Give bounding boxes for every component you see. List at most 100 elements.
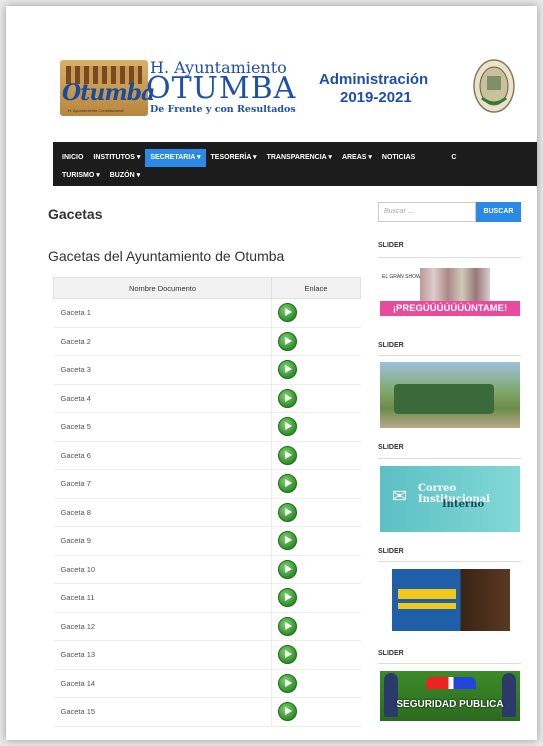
divider	[378, 355, 521, 356]
nav-item-secretaria[interactable]: SECRETARIA ▾	[145, 149, 206, 167]
table-row: Gaceta 10	[53, 555, 361, 584]
nav-row-2: TURISMO ▾ BUZÓN ▾	[57, 167, 145, 185]
document-name: Gaceta 6	[53, 441, 272, 470]
siren-icon	[426, 677, 476, 689]
divider	[378, 561, 521, 562]
play-link-icon[interactable]	[278, 645, 297, 665]
play-link-icon[interactable]	[278, 388, 297, 408]
banner1-photo	[420, 268, 490, 301]
link-cell	[271, 498, 361, 527]
play-link-icon[interactable]	[278, 702, 297, 722]
play-link-icon[interactable]	[278, 559, 297, 579]
document-name: Gaceta 1	[53, 298, 272, 328]
envelope-icon: ✉	[392, 486, 408, 506]
table-body: Gaceta 1 Gaceta 2 Gaceta 3 Gaceta 4 Gaceta 5…	[53, 298, 361, 727]
nav-item-areas[interactable]: AREAS ▾	[337, 149, 377, 167]
play-link-icon[interactable]	[278, 445, 297, 465]
nav-item-inicio[interactable]: INICIO	[57, 149, 88, 167]
play-link-icon[interactable]	[278, 417, 297, 437]
table-row: Gaceta 13	[53, 640, 361, 670]
banner-correo-institucional[interactable]: ✉ Correo Institucional Interno	[380, 466, 520, 532]
table-row: Gaceta 12	[53, 612, 361, 641]
banner3-line2: Interno	[442, 499, 485, 510]
table-header-row: Nombre Documento Enlace	[53, 277, 361, 299]
document-name: Gaceta 12	[53, 612, 272, 641]
banner-justice[interactable]	[392, 569, 510, 631]
municipal-seal-icon	[473, 59, 515, 113]
play-link-icon[interactable]	[278, 502, 297, 522]
link-cell	[271, 669, 361, 698]
table-row: Gaceta 2	[53, 327, 361, 356]
table-row: Gaceta 11	[53, 583, 361, 613]
divider	[378, 458, 521, 459]
banner-preguntame[interactable]: EL GRAN SHOW PARA SABER ¡PREGÚÚÚÚÚÚÚNTAM…	[380, 268, 520, 318]
slider-heading: SLIDER	[378, 342, 404, 349]
page-title: Gacetas	[48, 206, 103, 222]
administration-label: Administración	[319, 71, 429, 88]
banner4-stripe	[398, 603, 456, 609]
table-row: Gaceta 15	[53, 697, 361, 727]
table-row: Gaceta 8	[53, 498, 361, 527]
nav-item-buzon[interactable]: BUZÓN ▾	[105, 167, 145, 185]
table-row: Gaceta 4	[53, 384, 361, 413]
nav-row-1: INICIO INSTITUTOS ▾ SECRETARIA ▾ TESORER…	[57, 149, 461, 167]
link-cell	[271, 441, 361, 470]
nav-item-turismo[interactable]: TURISMO ▾	[57, 167, 105, 185]
document-name: Gaceta 15	[53, 697, 272, 727]
play-link-icon[interactable]	[278, 303, 297, 323]
banner-tourist-train[interactable]	[380, 362, 520, 428]
column-header-enlace: Enlace	[271, 277, 361, 299]
document-name: Gaceta 9	[53, 526, 272, 556]
play-link-icon[interactable]	[278, 588, 297, 608]
play-link-icon[interactable]	[278, 331, 297, 351]
ayuntamiento-name: OTUMBA	[146, 71, 297, 106]
column-header-nombre: Nombre Documento	[53, 277, 272, 299]
link-cell	[271, 327, 361, 356]
police-figure-icon	[502, 673, 516, 717]
play-link-icon[interactable]	[278, 673, 297, 693]
train-photo	[394, 384, 494, 414]
link-cell	[271, 355, 361, 385]
page: Otumba H. Ayuntamiento Constitucional H.…	[6, 6, 537, 740]
divider	[378, 257, 521, 258]
slider-heading: SLIDER	[378, 444, 404, 451]
logo-small-text: H. Ayuntamiento Constitucional	[68, 108, 124, 113]
nav-item-noticias[interactable]: NOTICIAS	[377, 149, 420, 167]
table-row: Gaceta 14	[53, 669, 361, 698]
table-row: Gaceta 5	[53, 412, 361, 442]
document-name: Gaceta 8	[53, 498, 272, 527]
document-name: Gaceta 3	[53, 355, 272, 385]
play-link-icon[interactable]	[278, 360, 297, 380]
play-link-icon[interactable]	[278, 531, 297, 551]
nav-item-institutos[interactable]: INSTITUTOS ▾	[88, 149, 145, 167]
site-header: Otumba H. Ayuntamiento Constitucional H.…	[6, 6, 537, 136]
document-name: Gaceta 11	[53, 583, 272, 613]
document-name: Gaceta 10	[53, 555, 272, 584]
nav-item-transparencia[interactable]: TRANSPARENCIA ▾	[262, 149, 337, 167]
banner-seguridad-publica[interactable]: SEGURIDAD PUBLICA	[380, 671, 520, 721]
banner1-bar: ¡PREGÚÚÚÚÚÚÚNTAME!	[380, 301, 520, 316]
document-name: Gaceta 4	[53, 384, 272, 413]
search-button[interactable]: BUSCAR	[476, 202, 521, 222]
document-name: Gaceta 2	[53, 327, 272, 356]
divider	[378, 663, 521, 664]
search-input[interactable]: Buscar ...	[378, 202, 476, 222]
document-name: Gaceta 7	[53, 469, 272, 499]
play-link-icon[interactable]	[278, 616, 297, 636]
table-row: Gaceta 1	[53, 298, 361, 328]
link-cell	[271, 555, 361, 584]
link-cell	[271, 640, 361, 670]
administration-years: 2019-2021	[340, 89, 412, 106]
slider-heading: SLIDER	[378, 650, 404, 657]
otumba-logo[interactable]: Otumba H. Ayuntamiento Constitucional	[60, 60, 155, 116]
table-row: Gaceta 7	[53, 469, 361, 499]
document-name: Gaceta 14	[53, 669, 272, 698]
play-link-icon[interactable]	[278, 474, 297, 494]
link-cell	[271, 298, 361, 328]
nav-item-cut[interactable]: C	[446, 149, 461, 167]
link-cell	[271, 384, 361, 413]
nav-item-tesoreria[interactable]: TESORERÍA ▾	[206, 149, 262, 167]
slider-heading: SLIDER	[378, 548, 404, 555]
link-cell	[271, 697, 361, 727]
link-cell	[271, 583, 361, 613]
